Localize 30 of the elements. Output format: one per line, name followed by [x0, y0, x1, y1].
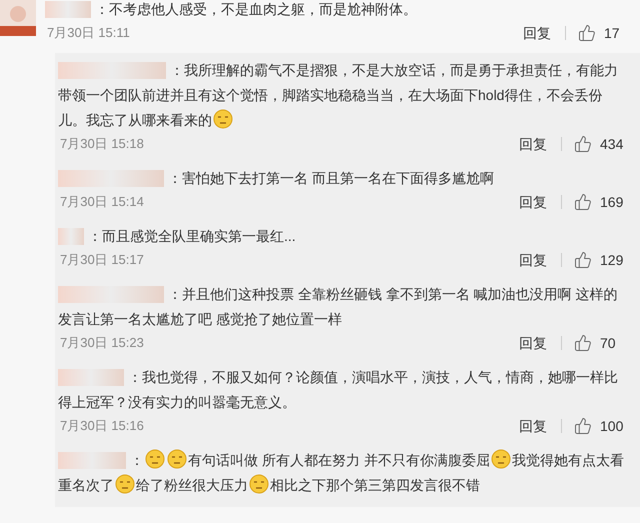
like-count: 70 — [600, 334, 617, 352]
emoji-icon — [490, 449, 511, 469]
reply-button[interactable]: 回复 — [519, 332, 547, 354]
comment-date: 7月30日 15:23 — [60, 334, 144, 352]
thumbs-up-icon[interactable] — [574, 417, 592, 435]
thumbs-up-icon[interactable] — [574, 334, 592, 352]
comment-date: 7月30日 15:18 — [60, 135, 144, 154]
like-count: 169 — [600, 192, 624, 212]
thumbs-up-icon[interactable] — [574, 251, 592, 269]
emoji-icon — [145, 449, 165, 469]
comment-date: 7月30日 15:17 — [60, 251, 144, 270]
like-count: 129 — [600, 250, 624, 270]
like-count: 100 — [600, 416, 624, 436]
like-count: 434 — [600, 134, 624, 154]
thumbs-up-icon[interactable] — [578, 24, 596, 42]
emoji-icon — [249, 474, 269, 494]
comment-date: 7月30日 15:14 — [60, 193, 144, 212]
comment-date: 7月30日 15:11 — [47, 24, 130, 42]
comment-date: 7月30日 15:16 — [60, 417, 144, 436]
thumbs-up-icon[interactable] — [574, 193, 592, 211]
emoji-icon — [115, 474, 135, 494]
like-count: 17 — [604, 24, 621, 42]
thumbs-up-icon[interactable] — [574, 135, 592, 153]
reply-button[interactable]: 回复 — [519, 416, 547, 436]
reply-button[interactable]: 回复 — [523, 22, 551, 44]
emoji-icon — [213, 109, 233, 129]
emoji-icon — [167, 449, 187, 469]
reply-button[interactable]: 回复 — [519, 192, 547, 212]
reply-button[interactable]: 回复 — [519, 250, 547, 270]
reply-button[interactable]: 回复 — [519, 134, 547, 154]
